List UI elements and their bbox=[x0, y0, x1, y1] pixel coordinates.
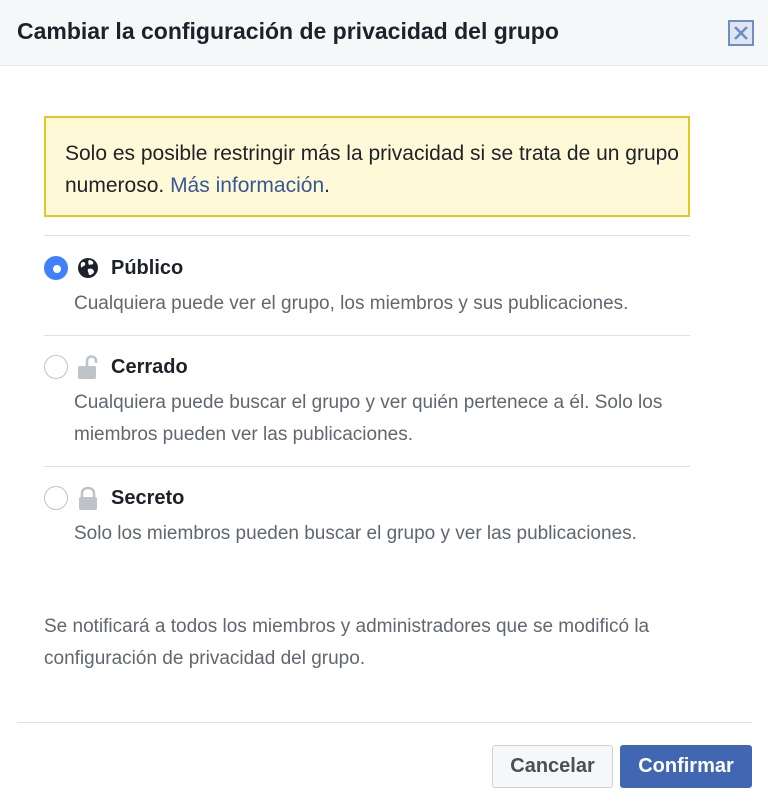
footer-divider bbox=[17, 722, 752, 723]
privacy-option-secret[interactable]: Secreto Solo los miembros pueden buscar … bbox=[44, 486, 704, 578]
option-label: Secreto bbox=[111, 487, 185, 509]
option-label: Público bbox=[111, 257, 184, 279]
radio-secret[interactable] bbox=[44, 486, 68, 510]
option-description: Cualquiera puede buscar el grupo y ver q… bbox=[74, 392, 663, 445]
dialog-header: Cambiar la configuración de privacidad d… bbox=[0, 0, 768, 66]
option-label: Cerrado bbox=[111, 356, 188, 378]
confirm-button[interactable]: Confirmar bbox=[620, 745, 752, 788]
option-description: Cualquiera puede ver el grupo, los miemb… bbox=[74, 293, 629, 314]
divider bbox=[44, 335, 690, 336]
close-icon bbox=[734, 26, 748, 40]
notice-suffix: . bbox=[324, 174, 330, 197]
option-description: Solo los miembros pueden buscar el grupo… bbox=[74, 523, 637, 544]
close-button[interactable] bbox=[728, 20, 754, 46]
cancel-button[interactable]: Cancelar bbox=[492, 745, 613, 788]
privacy-option-closed[interactable]: Cerrado Cualquiera puede buscar el grupo… bbox=[44, 355, 704, 447]
more-info-link[interactable]: Más información bbox=[170, 174, 324, 197]
divider bbox=[44, 466, 690, 467]
unlocked-padlock-icon bbox=[78, 355, 98, 379]
radio-closed[interactable] bbox=[44, 355, 68, 379]
privacy-option-public[interactable]: Público Cualquiera puede ver el grupo, l… bbox=[44, 256, 704, 316]
privacy-notice: Solo es posible restringir más la privac… bbox=[44, 116, 690, 217]
notice-text: Solo es posible restringir más la privac… bbox=[65, 142, 679, 197]
dialog-title: Cambiar la configuración de privacidad d… bbox=[17, 18, 559, 44]
radio-public[interactable] bbox=[44, 256, 68, 280]
globe-icon bbox=[78, 258, 98, 278]
locked-padlock-icon bbox=[79, 486, 97, 510]
divider bbox=[44, 235, 690, 236]
notification-footnote: Se notificará a todos los miembros y adm… bbox=[44, 616, 650, 669]
